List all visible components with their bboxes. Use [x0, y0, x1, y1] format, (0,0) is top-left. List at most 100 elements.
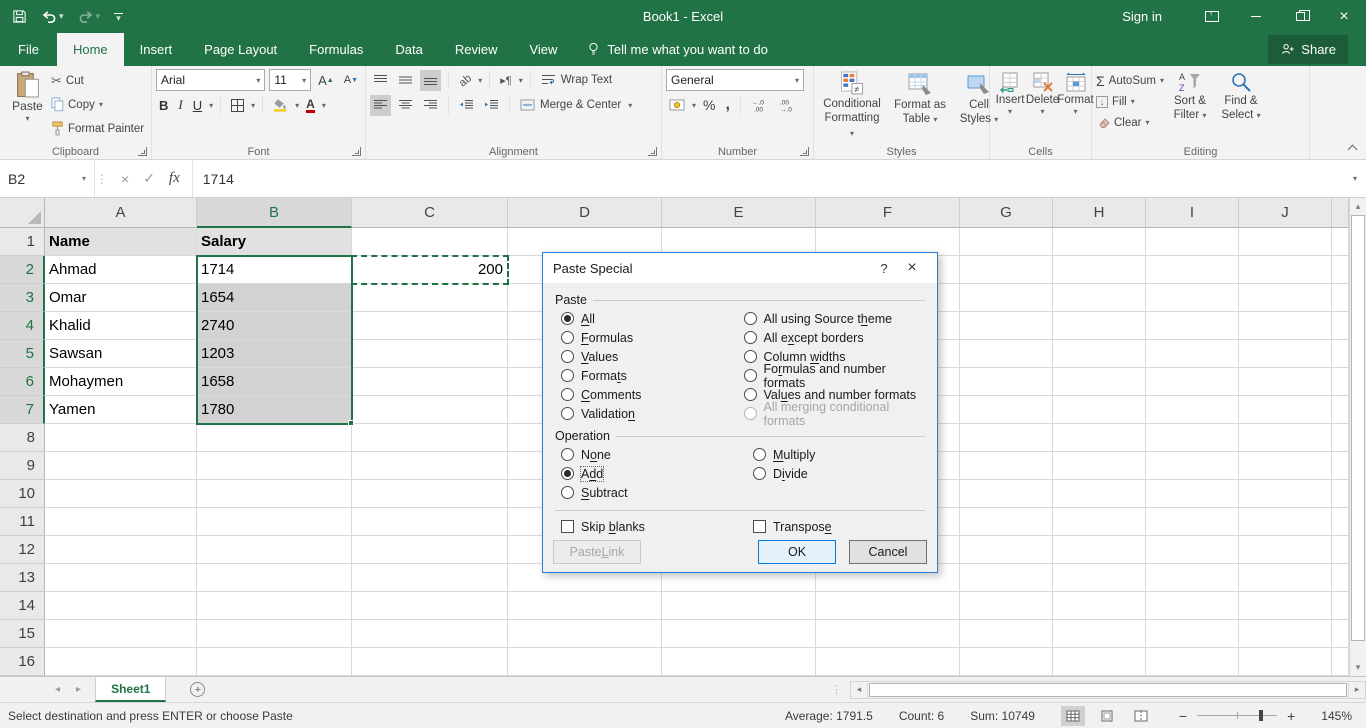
clear-button[interactable]: Clear▾	[1096, 112, 1164, 133]
col-header-B[interactable]: B	[197, 198, 352, 228]
cell-B9[interactable]	[197, 452, 352, 480]
cell-I12[interactable]	[1146, 536, 1239, 564]
checkbox-transpose[interactable]: Transpose	[753, 517, 832, 536]
fill-button[interactable]: ↓ Fill▾	[1096, 91, 1164, 112]
cell-partial-7[interactable]	[1332, 396, 1349, 424]
cell-C8[interactable]	[352, 424, 508, 452]
cell-G1[interactable]	[960, 228, 1053, 256]
cell-C7[interactable]	[352, 396, 508, 424]
radio-formulas[interactable]: Formulas	[561, 328, 744, 347]
horizontal-scrollbar-thumb[interactable]	[869, 683, 1347, 697]
row-header-1[interactable]: 1	[0, 228, 45, 256]
undo-dropdown-icon[interactable]: ▾	[59, 11, 64, 22]
cell-B4[interactable]: 2740	[197, 312, 352, 340]
minimize-button[interactable]	[1234, 0, 1278, 33]
radio-icon[interactable]	[744, 350, 757, 363]
cell-G8[interactable]	[960, 424, 1053, 452]
row-header-15[interactable]: 15	[0, 620, 45, 648]
cell-partial-1[interactable]	[1332, 228, 1349, 256]
cell-H4[interactable]	[1053, 312, 1146, 340]
underline-button[interactable]: U	[190, 95, 205, 116]
row-header-11[interactable]: 11	[0, 508, 45, 536]
decrease-decimal-icon[interactable]: .00→.0	[776, 95, 800, 116]
cell-C11[interactable]	[352, 508, 508, 536]
cell-B11[interactable]	[197, 508, 352, 536]
decrease-indent-icon[interactable]	[456, 95, 477, 116]
scroll-up-icon[interactable]: ▴	[1350, 198, 1366, 215]
cell-A4[interactable]: Khalid	[45, 312, 197, 340]
formula-input[interactable]: 1714	[193, 160, 1344, 197]
font-color-dropdown-icon[interactable]: ▾	[322, 101, 326, 110]
scroll-right-icon[interactable]: ▸	[1348, 682, 1365, 698]
radio-none[interactable]: None	[561, 445, 753, 464]
cell-A9[interactable]	[45, 452, 197, 480]
cell-G5[interactable]	[960, 340, 1053, 368]
cell-G10[interactable]	[960, 480, 1053, 508]
row-header-7[interactable]: 7	[0, 396, 45, 424]
row-header-13[interactable]: 13	[0, 564, 45, 592]
cell-I1[interactable]	[1146, 228, 1239, 256]
align-left-icon[interactable]	[370, 95, 391, 116]
tab-page-layout[interactable]: Page Layout	[188, 33, 293, 66]
cell-I4[interactable]	[1146, 312, 1239, 340]
borders-dropdown-icon[interactable]: ▾	[251, 101, 255, 110]
cell-G12[interactable]	[960, 536, 1053, 564]
cell-G3[interactable]	[960, 284, 1053, 312]
cell-J3[interactable]	[1239, 284, 1332, 312]
cell-C3[interactable]	[352, 284, 508, 312]
cell-I2[interactable]	[1146, 256, 1239, 284]
cell-B16[interactable]	[197, 648, 352, 676]
radio-icon[interactable]	[753, 467, 766, 480]
radio-formats[interactable]: Formats	[561, 366, 744, 385]
new-sheet-button[interactable]: +	[190, 682, 205, 697]
cell-C14[interactable]	[352, 592, 508, 620]
cell-B5[interactable]: 1203	[197, 340, 352, 368]
cell-E14[interactable]	[662, 592, 816, 620]
wrap-text-button[interactable]: Wrap Text	[538, 70, 615, 91]
tell-me-box[interactable]: Tell me what you want to do	[573, 33, 781, 66]
cancel-entry-icon[interactable]: ×	[121, 171, 129, 187]
col-header-I[interactable]: I	[1146, 198, 1239, 228]
radio-icon[interactable]	[561, 369, 574, 382]
tab-view[interactable]: View	[513, 33, 573, 66]
cancel-button[interactable]: Cancel	[849, 540, 927, 564]
row-header-8[interactable]: 8	[0, 424, 45, 452]
vertical-scrollbar[interactable]: ▴ ▾	[1349, 198, 1366, 676]
cell-C1[interactable]	[352, 228, 508, 256]
scroll-down-icon[interactable]: ▾	[1350, 659, 1366, 676]
increase-indent-icon[interactable]	[481, 95, 502, 116]
cell-I10[interactable]	[1146, 480, 1239, 508]
cell-A10[interactable]	[45, 480, 197, 508]
share-button[interactable]: Share	[1268, 35, 1348, 64]
cell-A14[interactable]	[45, 592, 197, 620]
underline-dropdown-icon[interactable]: ▾	[209, 101, 213, 110]
tab-formulas[interactable]: Formulas	[293, 33, 379, 66]
cell-I8[interactable]	[1146, 424, 1239, 452]
zoom-slider-thumb[interactable]	[1259, 710, 1263, 721]
page-layout-view-icon[interactable]	[1095, 706, 1119, 726]
cell-B14[interactable]	[197, 592, 352, 620]
comma-style-icon[interactable]: ,	[722, 95, 732, 116]
number-dialog-launcher-icon[interactable]	[800, 147, 809, 156]
tab-scroll-split-handle[interactable]: ⋮	[831, 683, 842, 696]
autosum-button[interactable]: Σ AutoSum▾	[1096, 70, 1164, 91]
cell-G14[interactable]	[960, 592, 1053, 620]
sort-filter-button[interactable]: AZ Sort & Filter ▾	[1164, 69, 1216, 142]
cell-D16[interactable]	[508, 648, 662, 676]
cell-A16[interactable]	[45, 648, 197, 676]
radio-validation[interactable]: Validation	[561, 404, 744, 423]
cell-F15[interactable]	[816, 620, 960, 648]
cell-partial-10[interactable]	[1332, 480, 1349, 508]
insert-cells-button[interactable]: Insert ▾	[994, 69, 1026, 142]
cell-H2[interactable]	[1053, 256, 1146, 284]
restore-button[interactable]	[1278, 0, 1322, 33]
fill-color-dropdown-icon[interactable]: ▾	[295, 101, 299, 110]
cell-J9[interactable]	[1239, 452, 1332, 480]
close-button[interactable]: ×	[1322, 0, 1366, 33]
radio-icon[interactable]	[561, 448, 574, 461]
cell-B15[interactable]	[197, 620, 352, 648]
redo-button[interactable]: ▾	[78, 10, 101, 24]
merge-center-button[interactable]: Merge & Center	[517, 95, 624, 116]
next-sheet-icon[interactable]: ▸	[76, 684, 81, 695]
cell-H16[interactable]	[1053, 648, 1146, 676]
